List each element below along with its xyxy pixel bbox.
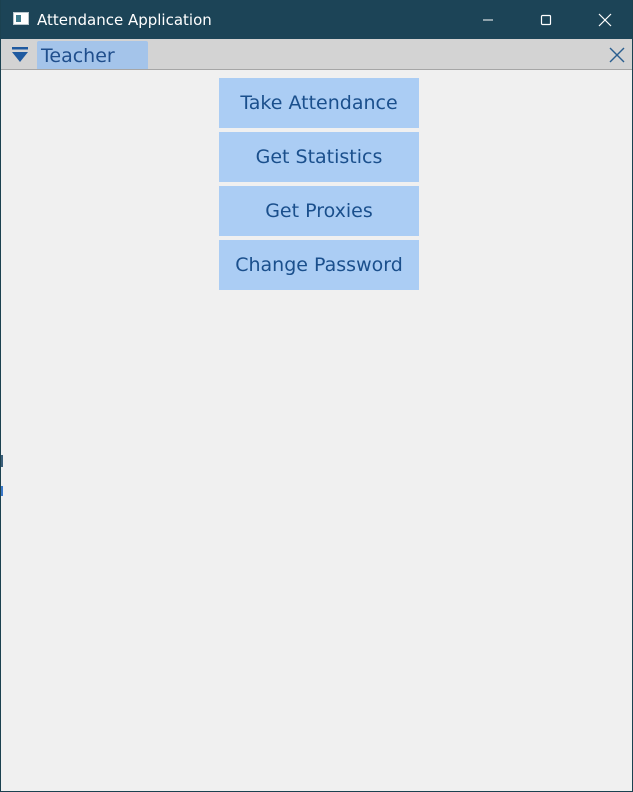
close-icon [609,47,625,63]
dock-menu-button[interactable] [7,44,33,66]
main-content: Take Attendance Get Statistics Get Proxi… [1,70,632,791]
dropdown-triangle-icon [12,47,28,62]
dock-close-button[interactable] [606,44,628,66]
tab-teacher[interactable]: Teacher [37,41,148,69]
minimize-button[interactable] [459,0,517,39]
close-icon [598,13,612,26]
window-edge-mark [1,455,3,467]
take-attendance-button[interactable]: Take Attendance [219,78,419,128]
dock-header: Teacher [1,39,632,70]
tab-label: Teacher [41,45,115,67]
get-proxies-button[interactable]: Get Proxies [219,186,419,236]
get-statistics-button[interactable]: Get Statistics [219,132,419,182]
window-edge-mark [1,486,3,496]
close-window-button[interactable] [576,0,632,39]
change-password-button[interactable]: Change Password [219,240,419,290]
app-window: Attendance Application Teacher Take Atte… [0,0,633,792]
maximize-button[interactable] [517,0,575,39]
maximize-icon [540,14,552,25]
window-title: Attendance Application [37,11,212,29]
app-window-icon [13,12,29,25]
minimize-icon [483,19,493,20]
title-bar[interactable]: Attendance Application [1,0,632,39]
